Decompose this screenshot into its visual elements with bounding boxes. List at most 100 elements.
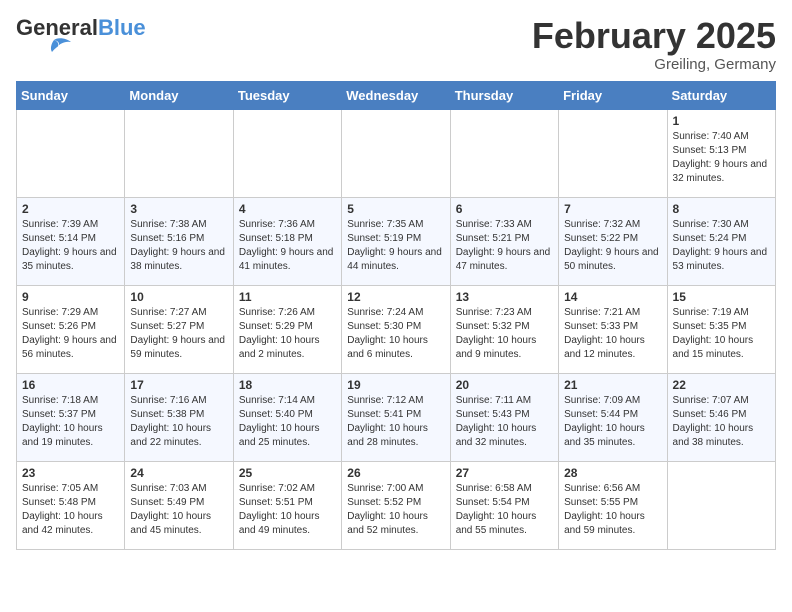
day-info: Sunrise: 7:24 AM Sunset: 5:30 PM Dayligh… xyxy=(347,306,444,362)
day-number: 7 xyxy=(564,202,661,216)
day-info: Sunrise: 7:32 AM Sunset: 5:22 PM Dayligh… xyxy=(564,218,661,274)
day-number: 5 xyxy=(347,202,444,216)
day-info: Sunrise: 7:38 AM Sunset: 5:16 PM Dayligh… xyxy=(130,218,227,274)
calendar-cell: 19 Sunrise: 7:12 AM Sunset: 5:41 PM Dayli… xyxy=(342,373,450,461)
day-info: Sunrise: 7:12 AM Sunset: 5:41 PM Dayligh… xyxy=(347,394,444,450)
day-info: Sunrise: 7:11 AM Sunset: 5:43 PM Dayligh… xyxy=(456,394,553,450)
day-number: 14 xyxy=(564,290,661,304)
day-number: 13 xyxy=(456,290,553,304)
calendar-cell: 13 Sunrise: 7:23 AM Sunset: 5:32 PM Dayli… xyxy=(450,285,558,373)
day-info: Sunrise: 7:26 AM Sunset: 5:29 PM Dayligh… xyxy=(239,306,336,362)
calendar-week-row: 23Sunrise: 7:05 AM Sunset: 5:48 PM Dayli… xyxy=(17,461,776,549)
day-info: Sunrise: 7:33 AM Sunset: 5:21 PM Dayligh… xyxy=(456,218,553,274)
day-info: Sunrise: 7:02 AM Sunset: 5:51 PM Dayligh… xyxy=(239,482,336,538)
calendar-week-row: 2 Sunrise: 7:39 AM Sunset: 5:14 PM Daylig… xyxy=(17,197,776,285)
day-info: Sunrise: 6:58 AM Sunset: 5:54 PM Dayligh… xyxy=(456,482,553,538)
calendar-cell xyxy=(450,109,558,197)
day-number: 21 xyxy=(564,378,661,392)
day-number: 11 xyxy=(239,290,336,304)
calendar-cell: 9Sunrise: 7:29 AM Sunset: 5:26 PM Daylig… xyxy=(17,285,125,373)
calendar-cell xyxy=(125,109,233,197)
calendar-cell: 15 Sunrise: 7:19 AM Sunset: 5:35 PM Dayli… xyxy=(667,285,775,373)
logo-bird-icon xyxy=(16,36,76,56)
day-info: Sunrise: 7:19 AM Sunset: 5:35 PM Dayligh… xyxy=(673,306,770,362)
month-title: February 2025 xyxy=(532,16,776,56)
day-info: Sunrise: 6:56 AM Sunset: 5:55 PM Dayligh… xyxy=(564,482,661,538)
calendar-cell: 24 Sunrise: 7:03 AM Sunset: 5:49 PM Dayli… xyxy=(125,461,233,549)
calendar-week-row: 16 Sunrise: 7:18 AM Sunset: 5:37 PM Dayli… xyxy=(17,373,776,461)
day-info: Sunrise: 7:36 AM Sunset: 5:18 PM Dayligh… xyxy=(239,218,336,274)
day-info: Sunrise: 7:40 AM Sunset: 5:13 PM Dayligh… xyxy=(673,130,770,186)
logo-blue-text: Blue xyxy=(98,15,146,40)
day-info: Sunrise: 7:35 AM Sunset: 5:19 PM Dayligh… xyxy=(347,218,444,274)
calendar-cell: 5 Sunrise: 7:35 AM Sunset: 5:19 PM Daylig… xyxy=(342,197,450,285)
calendar-cell: 1 Sunrise: 7:40 AM Sunset: 5:13 PM Daylig… xyxy=(667,109,775,197)
day-number: 22 xyxy=(673,378,770,392)
day-info: Sunrise: 7:29 AM Sunset: 5:26 PM Dayligh… xyxy=(22,306,119,362)
calendar-cell: 27 Sunrise: 6:58 AM Sunset: 5:54 PM Dayli… xyxy=(450,461,558,549)
day-number: 15 xyxy=(673,290,770,304)
calendar-cell: 20Sunrise: 7:11 AM Sunset: 5:43 PM Dayli… xyxy=(450,373,558,461)
day-number: 25 xyxy=(239,466,336,480)
day-number: 17 xyxy=(130,378,227,392)
col-sunday: Sunday xyxy=(17,81,125,109)
logo: GeneralBlue xyxy=(16,16,146,50)
day-number: 19 xyxy=(347,378,444,392)
calendar-cell: 10 Sunrise: 7:27 AM Sunset: 5:27 PM Dayli… xyxy=(125,285,233,373)
day-number: 24 xyxy=(130,466,227,480)
day-info: Sunrise: 7:07 AM Sunset: 5:46 PM Dayligh… xyxy=(673,394,770,450)
calendar-header-row: Sunday Monday Tuesday Wednesday Thursday… xyxy=(17,81,776,109)
col-saturday: Saturday xyxy=(667,81,775,109)
calendar-cell: 21 Sunrise: 7:09 AM Sunset: 5:44 PM Dayli… xyxy=(559,373,667,461)
day-info: Sunrise: 7:21 AM Sunset: 5:33 PM Dayligh… xyxy=(564,306,661,362)
calendar-cell: 14 Sunrise: 7:21 AM Sunset: 5:33 PM Dayli… xyxy=(559,285,667,373)
day-info: Sunrise: 7:30 AM Sunset: 5:24 PM Dayligh… xyxy=(673,218,770,274)
calendar-week-row: 1 Sunrise: 7:40 AM Sunset: 5:13 PM Daylig… xyxy=(17,109,776,197)
day-number: 10 xyxy=(130,290,227,304)
day-number: 8 xyxy=(673,202,770,216)
day-number: 26 xyxy=(347,466,444,480)
page-header: GeneralBlue February 2025 Greiling, Germ… xyxy=(16,16,776,73)
col-tuesday: Tuesday xyxy=(233,81,341,109)
col-friday: Friday xyxy=(559,81,667,109)
day-number: 27 xyxy=(456,466,553,480)
calendar-cell: 22 Sunrise: 7:07 AM Sunset: 5:46 PM Dayli… xyxy=(667,373,775,461)
calendar-cell: 16 Sunrise: 7:18 AM Sunset: 5:37 PM Dayli… xyxy=(17,373,125,461)
title-block: February 2025 Greiling, Germany xyxy=(532,16,776,73)
day-info: Sunrise: 7:23 AM Sunset: 5:32 PM Dayligh… xyxy=(456,306,553,362)
calendar-cell xyxy=(559,109,667,197)
calendar-cell: 4 Sunrise: 7:36 AM Sunset: 5:18 PM Daylig… xyxy=(233,197,341,285)
col-monday: Monday xyxy=(125,81,233,109)
calendar-cell: 11 Sunrise: 7:26 AM Sunset: 5:29 PM Dayli… xyxy=(233,285,341,373)
calendar-cell xyxy=(233,109,341,197)
day-number: 18 xyxy=(239,378,336,392)
day-number: 28 xyxy=(564,466,661,480)
col-wednesday: Wednesday xyxy=(342,81,450,109)
calendar-cell: 3 Sunrise: 7:38 AM Sunset: 5:16 PM Daylig… xyxy=(125,197,233,285)
day-number: 2 xyxy=(22,202,119,216)
day-info: Sunrise: 7:14 AM Sunset: 5:40 PM Dayligh… xyxy=(239,394,336,450)
day-info: Sunrise: 7:09 AM Sunset: 5:44 PM Dayligh… xyxy=(564,394,661,450)
day-info: Sunrise: 7:27 AM Sunset: 5:27 PM Dayligh… xyxy=(130,306,227,362)
calendar-cell xyxy=(17,109,125,197)
day-info: Sunrise: 7:00 AM Sunset: 5:52 PM Dayligh… xyxy=(347,482,444,538)
day-number: 16 xyxy=(22,378,119,392)
day-number: 1 xyxy=(673,114,770,128)
calendar-cell: 18 Sunrise: 7:14 AM Sunset: 5:40 PM Dayli… xyxy=(233,373,341,461)
calendar-table: Sunday Monday Tuesday Wednesday Thursday… xyxy=(16,81,776,550)
day-number: 23 xyxy=(22,466,119,480)
calendar-week-row: 9Sunrise: 7:29 AM Sunset: 5:26 PM Daylig… xyxy=(17,285,776,373)
location-label: Greiling, Germany xyxy=(532,56,776,73)
calendar-cell: 28 Sunrise: 6:56 AM Sunset: 5:55 PM Dayli… xyxy=(559,461,667,549)
day-info: Sunrise: 7:03 AM Sunset: 5:49 PM Dayligh… xyxy=(130,482,227,538)
calendar-cell: 23Sunrise: 7:05 AM Sunset: 5:48 PM Dayli… xyxy=(17,461,125,549)
calendar-cell xyxy=(667,461,775,549)
day-info: Sunrise: 7:39 AM Sunset: 5:14 PM Dayligh… xyxy=(22,218,119,274)
calendar-cell xyxy=(342,109,450,197)
calendar-cell: 2 Sunrise: 7:39 AM Sunset: 5:14 PM Daylig… xyxy=(17,197,125,285)
day-number: 4 xyxy=(239,202,336,216)
calendar-cell: 26 Sunrise: 7:00 AM Sunset: 5:52 PM Dayli… xyxy=(342,461,450,549)
calendar-cell: 12Sunrise: 7:24 AM Sunset: 5:30 PM Dayli… xyxy=(342,285,450,373)
day-info: Sunrise: 7:18 AM Sunset: 5:37 PM Dayligh… xyxy=(22,394,119,450)
day-number: 3 xyxy=(130,202,227,216)
